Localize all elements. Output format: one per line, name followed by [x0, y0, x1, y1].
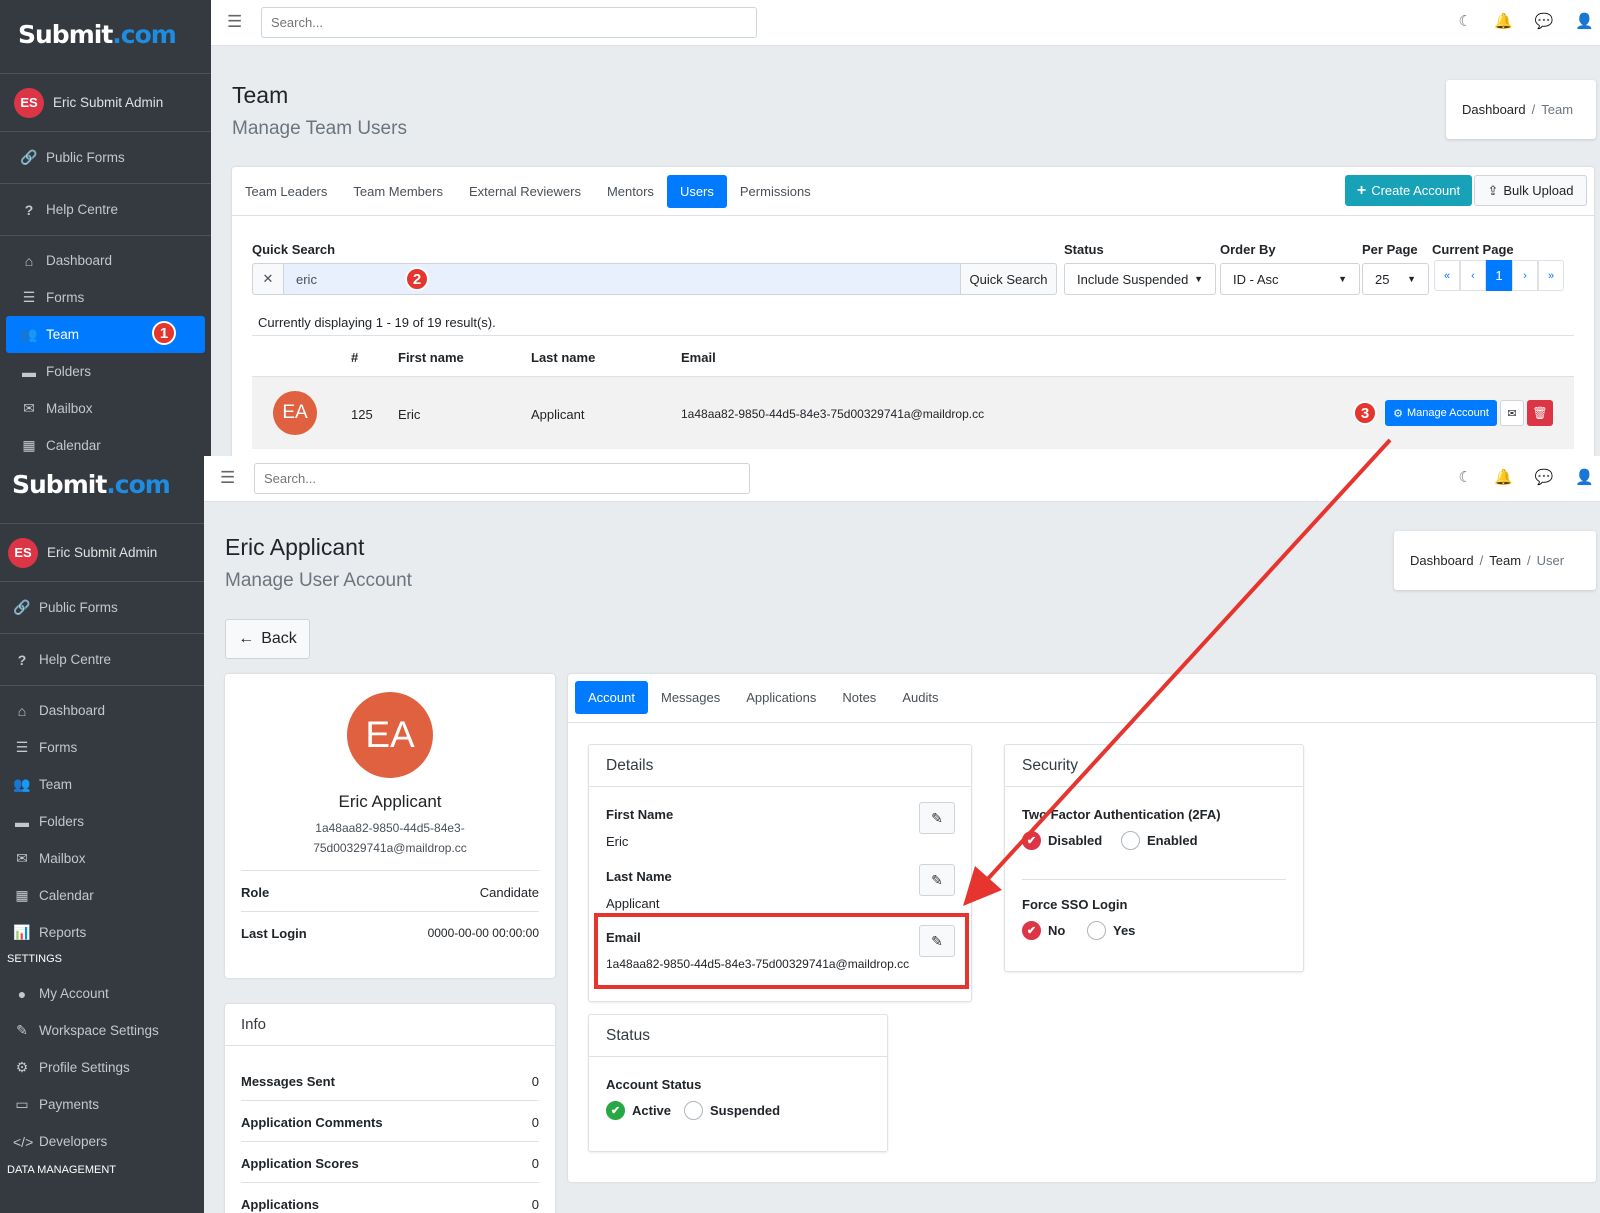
annotation-arrow [963, 438, 1392, 906]
arrow-shaft [983, 438, 1392, 884]
